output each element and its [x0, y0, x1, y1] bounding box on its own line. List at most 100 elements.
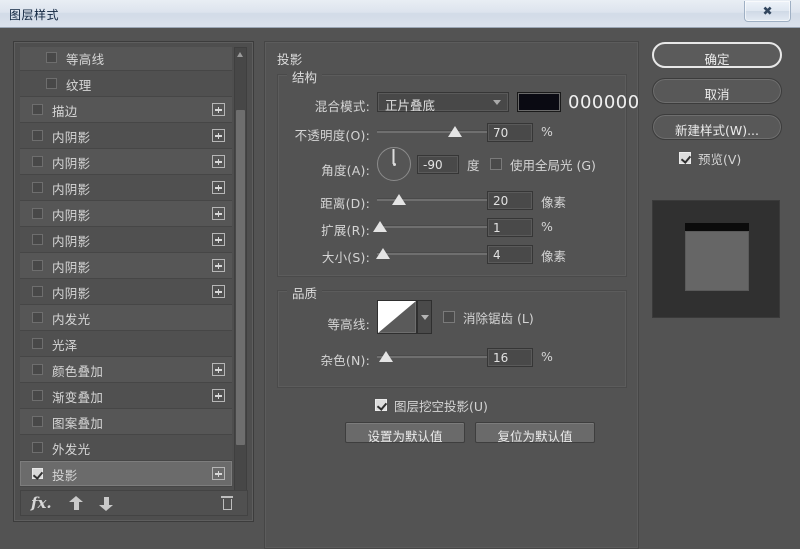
size-slider[interactable] [375, 246, 489, 260]
new-style-button[interactable]: 新建样式(W)... [652, 114, 782, 140]
effect-checkbox[interactable] [32, 234, 43, 245]
angle-field[interactable]: -90 [417, 155, 459, 174]
effect-checkbox[interactable] [32, 286, 43, 297]
effect-row[interactable]: 渐变叠加 [20, 383, 232, 409]
add-effect-icon[interactable] [212, 389, 225, 402]
effect-row[interactable]: 内阴影 [20, 123, 232, 149]
contour-preview[interactable] [377, 300, 417, 334]
effect-row[interactable]: 描边 [20, 97, 232, 123]
size-field[interactable]: 4 [487, 245, 533, 264]
effect-checkbox[interactable] [32, 104, 43, 115]
preview-checkbox[interactable] [679, 152, 691, 164]
add-effect-icon[interactable] [212, 285, 225, 298]
effect-row[interactable]: 光泽 [20, 331, 232, 357]
effect-row[interactable]: 内阴影 [20, 279, 232, 305]
noise-field[interactable]: 16 [487, 348, 533, 367]
noise-slider-thumb[interactable] [378, 351, 393, 362]
add-effect-icon[interactable] [212, 233, 225, 246]
effect-checkbox[interactable] [32, 260, 43, 271]
effect-label: 纹理 [66, 78, 92, 93]
effects-list-scrollbar[interactable] [234, 47, 247, 502]
effects-list: 等高线 纹理 描边 内阴影 内阴影 内阴影 内阴影 内阴影 内阴影 内阴影 内发光 光泽 颜色叠加 渐变叠… [20, 47, 232, 487]
add-effect-icon[interactable] [212, 363, 225, 376]
cancel-button[interactable]: 取消 [652, 78, 782, 104]
effect-row[interactable]: 纹理 [20, 71, 232, 97]
reset-default-button[interactable]: 复位为默认值 [475, 422, 595, 444]
effect-label: 内阴影 [52, 182, 91, 197]
opacity-label: 不透明度(O): [294, 128, 370, 143]
add-effect-icon[interactable] [212, 259, 225, 272]
antialias-checkbox[interactable] [443, 311, 455, 323]
effect-row[interactable]: 内阴影 [20, 253, 232, 279]
angle-unit: 度 [467, 158, 480, 173]
scrollbar-thumb[interactable] [236, 110, 245, 445]
antialias-label: 消除锯齿 (L) [463, 311, 534, 326]
knockout-checkbox[interactable] [375, 399, 387, 411]
distance-label: 距离(D): [320, 196, 370, 211]
distance-value: 20 [493, 194, 509, 208]
opacity-slider[interactable] [377, 124, 489, 138]
spread-slider-thumb[interactable] [373, 221, 388, 232]
spread-field[interactable]: 1 [487, 218, 533, 237]
add-effect-icon[interactable] [212, 181, 225, 194]
effect-checkbox[interactable] [32, 338, 43, 349]
add-effect-icon[interactable] [212, 129, 225, 142]
noise-slider-track [377, 355, 489, 358]
noise-value: 16 [493, 351, 509, 365]
angle-dial[interactable] [377, 147, 411, 181]
effect-row[interactable]: 内发光 [20, 305, 232, 331]
add-effect-icon[interactable] [212, 467, 225, 480]
effect-checkbox[interactable] [32, 416, 43, 427]
size-label: 大小(S): [321, 250, 370, 265]
noise-slider[interactable] [377, 349, 489, 363]
shadow-color-swatch[interactable] [517, 92, 561, 112]
spread-slider[interactable] [373, 219, 489, 233]
arrow-down-icon[interactable] [99, 496, 113, 511]
contour-dropdown-button[interactable] [417, 300, 432, 334]
contour-label: 等高线: [327, 317, 370, 332]
effect-row[interactable]: 内阴影 [20, 227, 232, 253]
effect-checkbox[interactable] [32, 468, 43, 479]
effect-row[interactable]: 内阴影 [20, 201, 232, 227]
effect-label: 投影 [52, 468, 78, 483]
effect-row[interactable]: 内阴影 [20, 175, 232, 201]
effect-row[interactable]: 图案叠加 [20, 409, 232, 435]
effect-checkbox[interactable] [32, 182, 43, 193]
global-light-checkbox[interactable] [490, 158, 502, 170]
blend-mode-select[interactable]: 正片叠底 [377, 92, 509, 113]
effect-row[interactable]: 颜色叠加 [20, 357, 232, 383]
effect-row[interactable]: 等高线 [20, 47, 232, 71]
distance-field[interactable]: 20 [487, 191, 533, 210]
effect-checkbox[interactable] [32, 312, 43, 323]
effect-row[interactable]: 内阴影 [20, 149, 232, 175]
effect-row[interactable]: 外发光 [20, 435, 232, 461]
distance-slider[interactable] [377, 192, 489, 206]
set-default-button[interactable]: 设置为默认值 [345, 422, 465, 444]
effect-checkbox[interactable] [32, 442, 43, 453]
size-slider-thumb[interactable] [375, 248, 390, 259]
structure-group-label: 结构 [287, 67, 323, 86]
distance-slider-thumb[interactable] [392, 194, 407, 205]
ok-label: 确定 [704, 52, 730, 67]
effect-checkbox[interactable] [46, 52, 57, 63]
ok-button[interactable]: 确定 [652, 42, 782, 68]
effect-checkbox[interactable] [32, 130, 43, 141]
opacity-slider-thumb[interactable] [448, 126, 463, 137]
add-effect-icon[interactable] [212, 207, 225, 220]
opacity-field[interactable]: 70 [487, 123, 533, 142]
effect-checkbox[interactable] [32, 364, 43, 375]
add-effect-icon[interactable] [212, 155, 225, 168]
effect-label: 光泽 [52, 338, 78, 353]
close-button[interactable]: ✖ [744, 1, 791, 22]
trash-icon[interactable] [221, 496, 233, 511]
chevron-down-icon [421, 315, 429, 320]
effect-row[interactable]: 投影 [20, 461, 232, 487]
effect-checkbox[interactable] [46, 78, 57, 89]
effect-checkbox[interactable] [32, 156, 43, 167]
arrow-up-icon[interactable] [69, 496, 83, 511]
scroll-up-icon[interactable] [235, 48, 246, 61]
fx-icon[interactable]: fx. [31, 494, 52, 512]
effect-checkbox[interactable] [32, 390, 43, 401]
add-effect-icon[interactable] [212, 103, 225, 116]
effect-checkbox[interactable] [32, 208, 43, 219]
